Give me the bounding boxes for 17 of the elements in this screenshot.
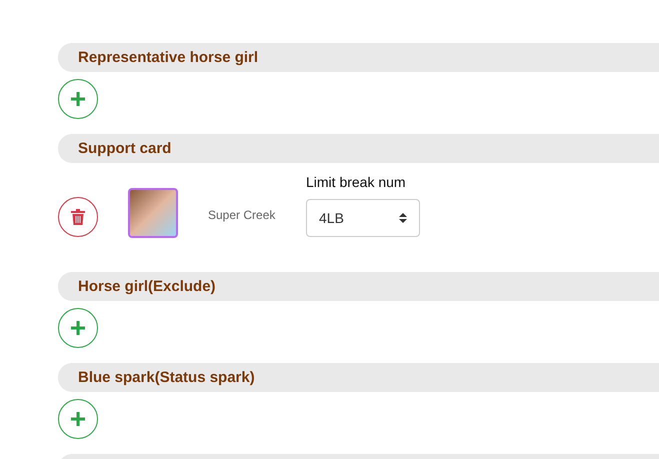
add-button[interactable]	[58, 308, 98, 348]
plus-icon	[70, 91, 86, 107]
field-label: Limit break num	[306, 174, 407, 190]
add-button[interactable]	[58, 79, 98, 119]
section-header: Representative horse girl	[58, 43, 659, 72]
section-header: Support card	[58, 134, 659, 163]
section-header: Blue spark(Status spark)	[58, 363, 659, 392]
trash-icon	[71, 209, 85, 225]
delete-button[interactable]	[58, 197, 98, 237]
add-button[interactable]	[58, 399, 98, 439]
plus-icon	[70, 320, 86, 336]
limit-break-select[interactable]: 4LB	[306, 199, 420, 237]
section-header: Horse girl(Exclude)	[58, 272, 659, 301]
card-image-placeholder	[128, 188, 178, 238]
card-name: Super Creek	[208, 208, 276, 222]
sort-caret-icon	[399, 212, 407, 224]
plus-icon	[70, 411, 86, 427]
